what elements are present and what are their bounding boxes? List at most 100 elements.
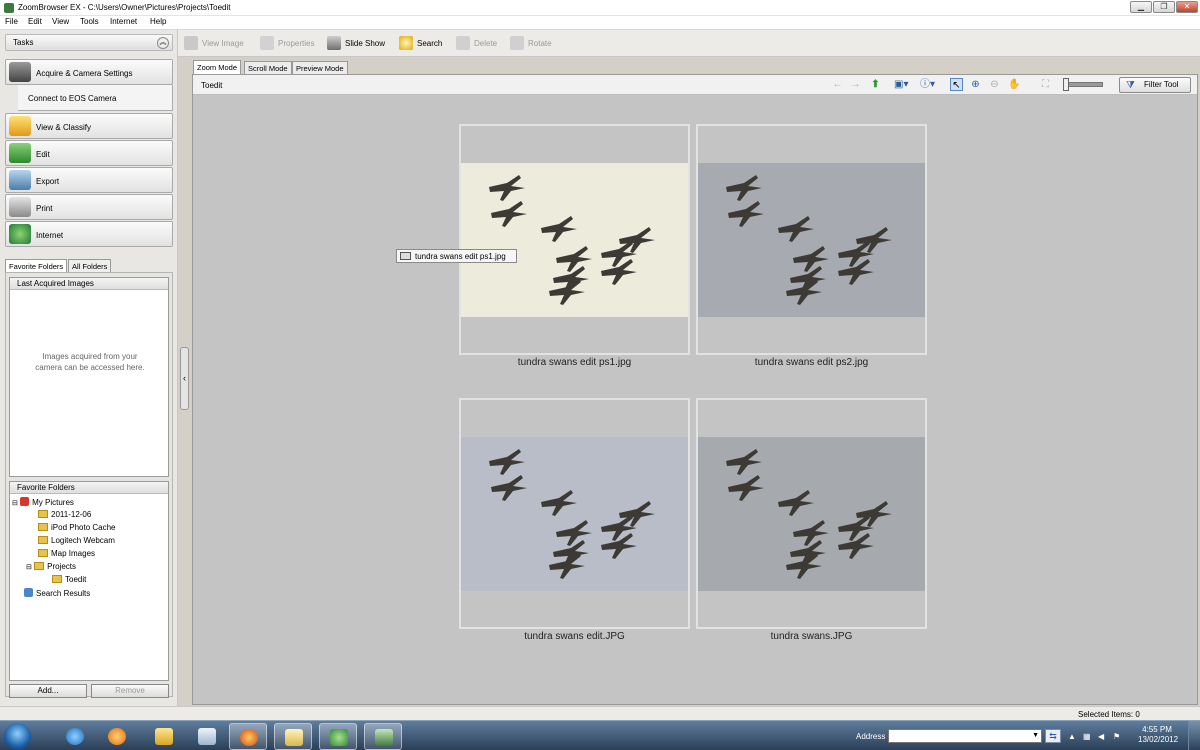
task-connect-eos-camera[interactable]: Connect to EOS Camera <box>18 85 173 111</box>
task-edit[interactable]: Edit <box>5 140 173 166</box>
taskbar-photo-viewer[interactable] <box>274 723 312 750</box>
folder-panel: Last Acquired Images Images acquired fro… <box>5 272 173 697</box>
folder-icon <box>9 116 31 136</box>
task-label: View & Classify <box>36 123 91 132</box>
expand-minus-icon[interactable]: ⊟ <box>12 500 18 507</box>
image-file-icon <box>400 252 411 260</box>
minimize-button[interactable]: ▁ <box>1130 1 1152 13</box>
add-folder-button[interactable]: Add... <box>9 684 87 698</box>
tab-scroll-mode[interactable]: Scroll Mode <box>244 61 292 75</box>
rotate-button[interactable]: Rotate <box>510 36 552 50</box>
tree-label: iPod Photo Cache <box>51 523 116 532</box>
tree-item-map-images[interactable]: Map Images <box>38 549 95 558</box>
taskbar-calculator[interactable] <box>188 723 226 750</box>
taskbar-explorer[interactable] <box>145 723 183 750</box>
hand-tool-icon[interactable]: ✋ <box>1008 78 1021 91</box>
edit-pencil-icon <box>9 143 31 163</box>
firefox-icon <box>240 729 258 746</box>
up-folder-arrow-icon[interactable]: ⬆ <box>869 78 882 91</box>
windows-taskbar: Address ▼ ⇆ ▲ ▦ ◀ ⚑ 4:55 PM 13/02/2012 <box>0 720 1200 750</box>
tree-item-projects[interactable]: ⊟ Projects <box>26 562 76 571</box>
search-label: Search <box>417 39 443 48</box>
tree-item-toedit[interactable]: Toedit <box>52 575 86 584</box>
image-viewer <box>192 74 1198 705</box>
clock[interactable]: 4:55 PM 13/02/2012 <box>1138 725 1178 745</box>
zoom-slider-thumb[interactable] <box>1063 78 1069 91</box>
restore-button[interactable]: ❐ <box>1153 1 1175 13</box>
menu-edit[interactable]: Edit <box>28 17 42 26</box>
rotate-label: Rotate <box>528 39 552 48</box>
pane-splitter-handle[interactable]: ‹ <box>180 347 189 410</box>
thumbnail-1[interactable] <box>459 124 690 355</box>
menu-view[interactable]: View <box>52 17 69 26</box>
network-icon[interactable]: ▦ <box>1083 732 1092 741</box>
thumbnail-3[interactable] <box>459 398 690 629</box>
zoom-slider-track[interactable] <box>1063 82 1103 87</box>
slide-show-button[interactable]: Slide Show <box>327 36 385 50</box>
start-button[interactable] <box>4 723 31 750</box>
tree-item-2011-12-06[interactable]: 2011-12-06 <box>38 510 91 519</box>
tree-item-search-results[interactable]: Search Results <box>24 588 90 598</box>
chevron-down-icon[interactable]: ▼ <box>1032 732 1039 739</box>
address-go-icon[interactable]: ⇆ <box>1045 729 1061 743</box>
task-internet[interactable]: Internet <box>5 221 173 247</box>
task-acquire-camera-settings[interactable]: Acquire & Camera Settings <box>5 59 173 85</box>
tree-item-my-pictures[interactable]: ⊟ My Pictures <box>12 497 74 507</box>
task-export[interactable]: Export <box>5 167 173 193</box>
properties-button[interactable]: Properties <box>260 36 314 50</box>
last-acquired-box: Last Acquired Images Images acquired fro… <box>9 277 169 477</box>
taskbar-zoombrowser[interactable] <box>364 723 402 750</box>
volume-icon[interactable]: ◀ <box>1098 732 1107 741</box>
select-dropdown-icon[interactable]: ▣▾ <box>894 78 908 91</box>
folder-icon <box>38 549 48 557</box>
tree-label: Toedit <box>65 575 87 584</box>
pointer-tool-icon[interactable]: ↖ <box>950 78 963 91</box>
expand-minus-icon[interactable]: ⊟ <box>26 564 32 571</box>
tree-item-logitech-webcam[interactable]: Logitech Webcam <box>38 536 115 545</box>
remove-folder-button[interactable]: Remove <box>91 684 169 698</box>
show-desktop-button[interactable] <box>1188 721 1200 750</box>
menu-internet[interactable]: Internet <box>110 17 137 26</box>
collapse-chevron-icon[interactable]: ︽ <box>157 37 169 49</box>
menu-help[interactable]: Help <box>150 17 166 26</box>
zoom-out-icon[interactable]: ⊖ <box>988 78 1001 91</box>
thumbnail-4[interactable] <box>696 398 927 629</box>
tab-all-folders[interactable]: All Folders <box>68 259 112 272</box>
tab-preview-mode[interactable]: Preview Mode <box>292 61 348 75</box>
printer-icon <box>9 197 31 217</box>
search-button[interactable]: Search <box>399 36 442 50</box>
view-image-button[interactable]: View Image <box>184 36 244 50</box>
forward-arrow-icon[interactable]: → <box>849 78 862 91</box>
action-center-flag-icon[interactable]: ⚑ <box>1113 732 1122 741</box>
tab-favorite-folders[interactable]: Favorite Folders <box>5 259 68 273</box>
taskbar-messenger[interactable] <box>319 723 357 750</box>
messenger-icon <box>330 729 348 746</box>
tab-zoom-mode[interactable]: Zoom Mode <box>193 60 242 75</box>
task-view-classify[interactable]: View & Classify <box>5 113 173 139</box>
thumbnail-2[interactable] <box>696 124 927 355</box>
taskbar-internet-explorer[interactable] <box>56 723 94 750</box>
thumbnail-image-swans <box>698 163 925 317</box>
tasks-header-label: Tasks <box>13 38 34 47</box>
address-input[interactable]: ▼ <box>888 729 1042 743</box>
fit-window-icon[interactable]: ⛶ <box>1039 78 1052 91</box>
taskbar-media-player[interactable] <box>98 723 136 750</box>
clock-time: 4:55 PM <box>1142 725 1172 734</box>
taskbar-firefox[interactable] <box>229 723 267 750</box>
delete-button[interactable]: Delete <box>456 36 497 50</box>
message-line: Images acquired from your <box>42 352 138 361</box>
info-icon[interactable]: ⓘ▾ <box>920 78 935 91</box>
menu-file[interactable]: File <box>5 17 18 26</box>
filter-tool-button[interactable]: ⧩ Filter Tool <box>1119 77 1191 93</box>
menu-tools[interactable]: Tools <box>80 17 99 26</box>
back-arrow-icon[interactable]: ← <box>831 78 844 91</box>
zoom-in-icon[interactable]: ⊕ <box>969 78 982 91</box>
folder-icon <box>38 523 48 531</box>
task-print[interactable]: Print <box>5 194 173 220</box>
task-pane: Tasks ︽ Acquire & Camera Settings Connec… <box>0 30 178 706</box>
tray-overflow-icon[interactable]: ▲ <box>1068 732 1077 741</box>
tree-item-ipod-photo-cache[interactable]: iPod Photo Cache <box>38 523 116 532</box>
close-button[interactable]: ✕ <box>1176 1 1198 13</box>
tasks-header[interactable]: Tasks ︽ <box>5 34 173 51</box>
title-bar: ZoomBrowser EX - C:\Users\Owner\Pictures… <box>0 0 1200 16</box>
